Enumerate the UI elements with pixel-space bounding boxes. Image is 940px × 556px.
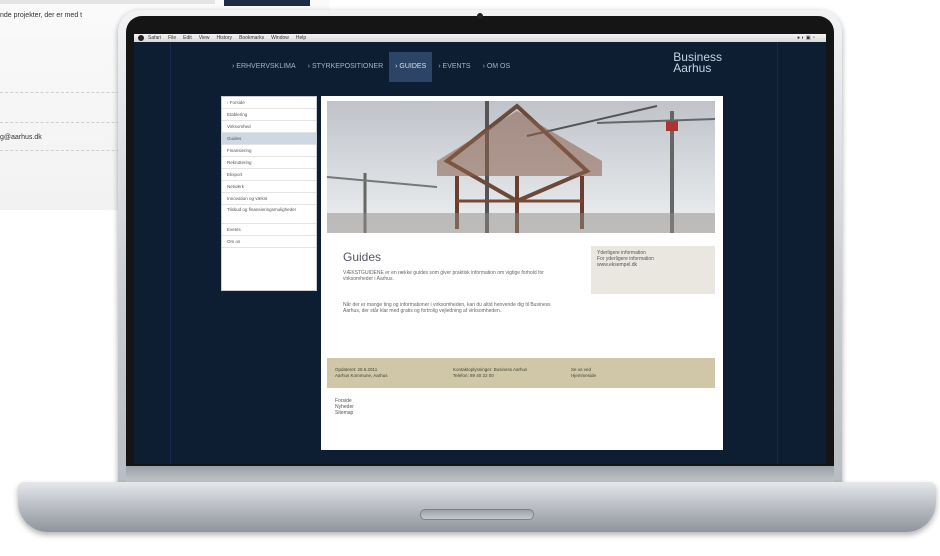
- sidebar-item-events[interactable]: Events: [222, 224, 316, 236]
- page-title: Guides: [343, 250, 382, 264]
- mac-menubar: Safari File Edit View History Bookmarks …: [134, 34, 826, 42]
- menu-item[interactable]: View: [199, 35, 210, 41]
- nav-guides[interactable]: › GUIDES: [389, 52, 433, 82]
- sidebar-item[interactable]: Tilskud og finansieringsmuligheder: [222, 205, 316, 224]
- sidebar-item-guides[interactable]: Guides: [222, 133, 316, 145]
- info-box: Yderligere information For yderligere in…: [591, 246, 715, 294]
- main-nav: › ERHVERVSKLIMA › STYRKEPOSITIONER › GUI…: [226, 52, 516, 82]
- sidebar-item[interactable]: Innovation og vækst: [222, 193, 316, 205]
- sidebar-item-om-os[interactable]: Om os: [222, 236, 316, 248]
- footer-links: Forside Nyheder Sitemap: [335, 398, 354, 416]
- menu-item[interactable]: Edit: [183, 35, 192, 41]
- sidebar-item[interactable]: Netværk: [222, 181, 316, 193]
- nav-styrkepositioner[interactable]: › STYRKEPOSITIONER: [302, 52, 389, 82]
- main-content: Guides VÆKSTGUIDENE er en række guides s…: [321, 96, 723, 450]
- menu-item[interactable]: History: [217, 35, 233, 41]
- nav-om-os[interactable]: › OM OS: [477, 52, 517, 82]
- sidebar-item[interactable]: Rekruttering: [222, 157, 316, 169]
- camera-icon: [477, 13, 483, 19]
- trackpad: [420, 509, 534, 520]
- intro-text: VÆKSTGUIDENE er en række guides som give…: [343, 270, 544, 282]
- website: › ERHVERVSKLIMA › STYRKEPOSITIONER › GUI…: [170, 42, 778, 464]
- construction-crane-image: [327, 101, 715, 233]
- menu-item[interactable]: Help: [296, 35, 306, 41]
- sidebar-item[interactable]: Eksport: [222, 169, 316, 181]
- footer-col-1: Opdateret: 28.6.2011 Aarhus Kommune, Aar…: [335, 367, 388, 379]
- footer-col-2: Kontaktoplysninger: Business Aarhus Tele…: [453, 367, 527, 379]
- nav-events[interactable]: › EVENTS: [432, 52, 476, 82]
- logo-line-2: Aarhus: [673, 61, 712, 75]
- sidebar-item-forside[interactable]: › Forside: [222, 97, 316, 109]
- background-dark-bar: [224, 0, 310, 6]
- laptop-base: [18, 482, 936, 532]
- body-text: Når der er mange ting og informationer i…: [343, 302, 551, 314]
- background-email[interactable]: g@aarhus.dk: [0, 134, 42, 141]
- footer-text: Aarhus Kommune, Aarhus: [335, 373, 388, 378]
- footer-strip: Opdateret: 28.6.2011 Aarhus Kommune, Aar…: [327, 358, 715, 388]
- site-logo[interactable]: Business Aarhus: [673, 51, 722, 75]
- apple-icon[interactable]: [138, 35, 144, 41]
- menu-item[interactable]: Window: [271, 35, 289, 41]
- footer-col-3: Se os ved Hjemmeside: [571, 367, 596, 379]
- sidebar-item[interactable]: Etablering: [222, 109, 316, 121]
- footer-text: Telefon: 89 40 22 00: [453, 373, 494, 378]
- footer-link[interactable]: Hjemmeside: [571, 373, 596, 379]
- laptop-screen: Safari File Edit View History Bookmarks …: [134, 34, 826, 464]
- sidebar: › Forside Etablering Virksomhed Guides F…: [221, 96, 317, 291]
- footer-link-sitemap[interactable]: Sitemap: [335, 410, 354, 416]
- sidebar-item[interactable]: Virksomhed: [222, 121, 316, 133]
- menu-item[interactable]: File: [168, 35, 176, 41]
- hero-image: [327, 101, 715, 233]
- nav-erhvervsklima[interactable]: › ERHVERVSKLIMA: [226, 52, 302, 82]
- info-box-link[interactable]: www.eksempel.dk: [597, 262, 709, 268]
- background-text-line: nde projekter, der er med t: [0, 12, 83, 19]
- sidebar-item[interactable]: Finansiering: [222, 145, 316, 157]
- background-input-bar: [0, 0, 215, 4]
- menu-item[interactable]: Safari: [148, 35, 161, 41]
- menu-item[interactable]: Bookmarks: [239, 35, 264, 41]
- status-icons: ● ◐ ▣ ◔: [797, 35, 815, 41]
